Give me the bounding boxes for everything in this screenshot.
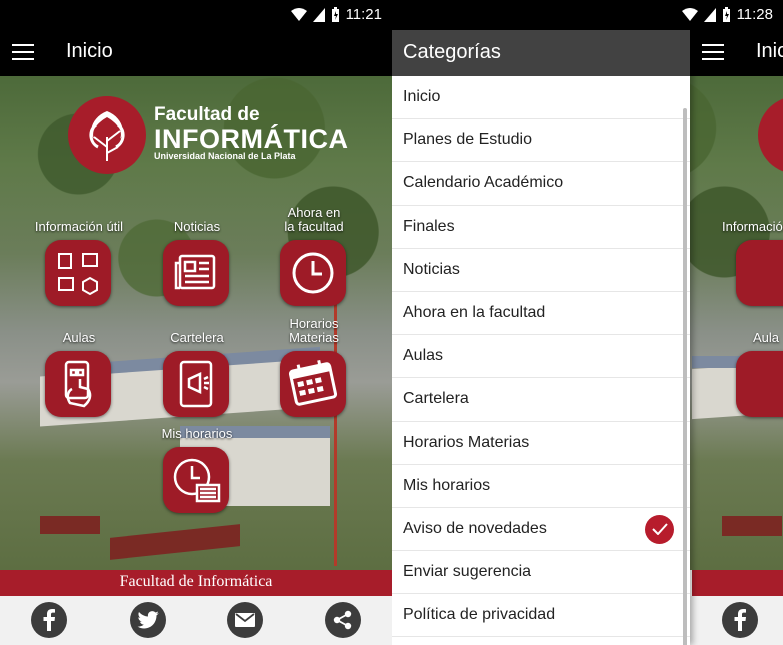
clock-icon[interactable] [280, 240, 346, 306]
navigation-drawer: Categorías Inicio Planes de Estudio Cale… [392, 30, 690, 645]
drawer-item-label: Calendario Académico [403, 174, 564, 192]
phone-touch-icon[interactable] [45, 351, 111, 417]
newspaper-icon[interactable] [163, 240, 229, 306]
drawer-screen: 11:28 Inic Información Aula Categorías I… [392, 0, 783, 645]
drawer-item-enviar-sugerencia[interactable]: Enviar sugerencia [392, 551, 690, 595]
tile-label: Mis horarios [161, 426, 233, 441]
footer-banner: Facultad de Informática [0, 570, 392, 596]
tile-label: Ahora en la facultad [284, 205, 344, 234]
facebook-icon[interactable] [31, 602, 67, 638]
tile-label: Noticias [173, 219, 221, 234]
footer-banner [692, 570, 783, 596]
drawer-item-label: Inicio [403, 88, 441, 105]
menu-icon[interactable] [12, 44, 34, 60]
tile-aulas[interactable]: Aulas [19, 331, 139, 441]
home-screen: 11:21 Inicio Facultad de INFORMÁTICA Uni… [0, 0, 392, 645]
share-icon[interactable] [325, 602, 361, 638]
logo-line-3: Universidad Nacional de La Plata [154, 151, 296, 161]
status-bar: 11:28 [392, 0, 783, 30]
drawer-item-finales[interactable]: Finales [392, 206, 690, 249]
status-time: 11:21 [345, 6, 382, 23]
faculty-logo: Facultad de INFORMÁTICA Universidad Naci… [68, 96, 348, 176]
tile-label: Información [722, 219, 783, 234]
tile-label: Horarios Materias [289, 316, 339, 345]
check-icon[interactable] [645, 514, 674, 544]
drawer-item-label: Enviar sugerencia [403, 563, 532, 581]
drawer-item-ahora-en-la-facultad[interactable]: Ahora en la facultad [392, 292, 690, 336]
drawer-item-calendario-academico[interactable]: Calendario Académico [392, 162, 690, 206]
drawer-item-aviso-de-novedades[interactable]: Aviso de novedades [392, 508, 690, 552]
page-title: Inic [756, 40, 783, 62]
tile-horarios-materias[interactable]: Horarios Materias [254, 317, 374, 427]
drawer-item-label: Planes de Estudio [403, 131, 532, 149]
oak-leaf-icon [68, 96, 146, 174]
clock-schedule-icon[interactable] [163, 447, 229, 513]
wifi-icon [290, 7, 307, 21]
logo-line-1: Facultad de [154, 104, 260, 125]
drawer-item-label: Ahora en la facultad [403, 303, 546, 321]
drawer-item-label: Cartelera [403, 390, 469, 408]
tile-label: Cartelera [170, 330, 224, 345]
signal-icon [312, 7, 325, 22]
tile-label: Aulas [62, 330, 96, 345]
drawer-item-politica-de-privacidad[interactable]: Política de privacidad [392, 594, 690, 638]
battery-icon [722, 7, 730, 22]
page-title: Inicio [66, 40, 113, 62]
status-bar: 11:21 [0, 0, 392, 30]
drawer-item-cartelera[interactable]: Cartelera [392, 378, 690, 422]
tile-cartelera[interactable]: Cartelera [137, 331, 257, 441]
drawer-header: Categorías [392, 30, 690, 76]
twitter-icon[interactable] [130, 602, 166, 638]
calendar-icon[interactable] [280, 351, 346, 417]
drawer-item-label: Horarios Materias [403, 433, 530, 451]
tile-informacion-util[interactable]: Información útil [19, 219, 139, 329]
drawer-item-label: Política de privacidad [403, 606, 556, 624]
social-bar [0, 596, 392, 645]
drawer-item-planes-de-estudio[interactable]: Planes de Estudio [392, 119, 690, 163]
drawer-item-label: Mis horarios [403, 476, 491, 494]
email-icon[interactable] [227, 602, 263, 638]
drawer-item-label: Aulas [403, 347, 444, 365]
drawer-item-noticias[interactable]: Noticias [392, 249, 690, 292]
battery-icon [331, 7, 339, 22]
facebook-icon[interactable] [722, 602, 758, 638]
drawer-item-label: Finales [403, 217, 455, 235]
drawer-item-inicio[interactable]: Inicio [392, 76, 690, 120]
wifi-icon [681, 7, 698, 21]
drawer-scrollbar[interactable] [683, 108, 687, 645]
tile-label: Aula [753, 330, 780, 345]
app-bar: Inicio [0, 30, 392, 76]
tile-ahora-en-la-facultad[interactable]: Ahora en la facultad [254, 205, 374, 315]
tile-noticias[interactable]: Noticias [137, 219, 257, 329]
menu-icon[interactable] [702, 44, 724, 60]
megaphone-tablet-icon[interactable] [163, 351, 229, 417]
drawer-item-mis-horarios[interactable]: Mis horarios [392, 465, 690, 508]
tile-mis-horarios[interactable]: Mis horarios [137, 427, 257, 537]
tile-label: Información útil [34, 219, 124, 234]
phone-touch-icon[interactable] [736, 351, 783, 417]
info-grid-icon[interactable] [736, 240, 783, 306]
info-grid-icon[interactable] [45, 240, 111, 306]
drawer-item-label: Noticias [403, 260, 460, 278]
signal-icon [703, 7, 716, 22]
drawer-item-horarios-materias[interactable]: Horarios Materias [392, 422, 690, 465]
status-time: 11:28 [736, 6, 773, 23]
drawer-item-label: Aviso de novedades [403, 519, 547, 537]
drawer-item-aulas[interactable]: Aulas [392, 335, 690, 379]
